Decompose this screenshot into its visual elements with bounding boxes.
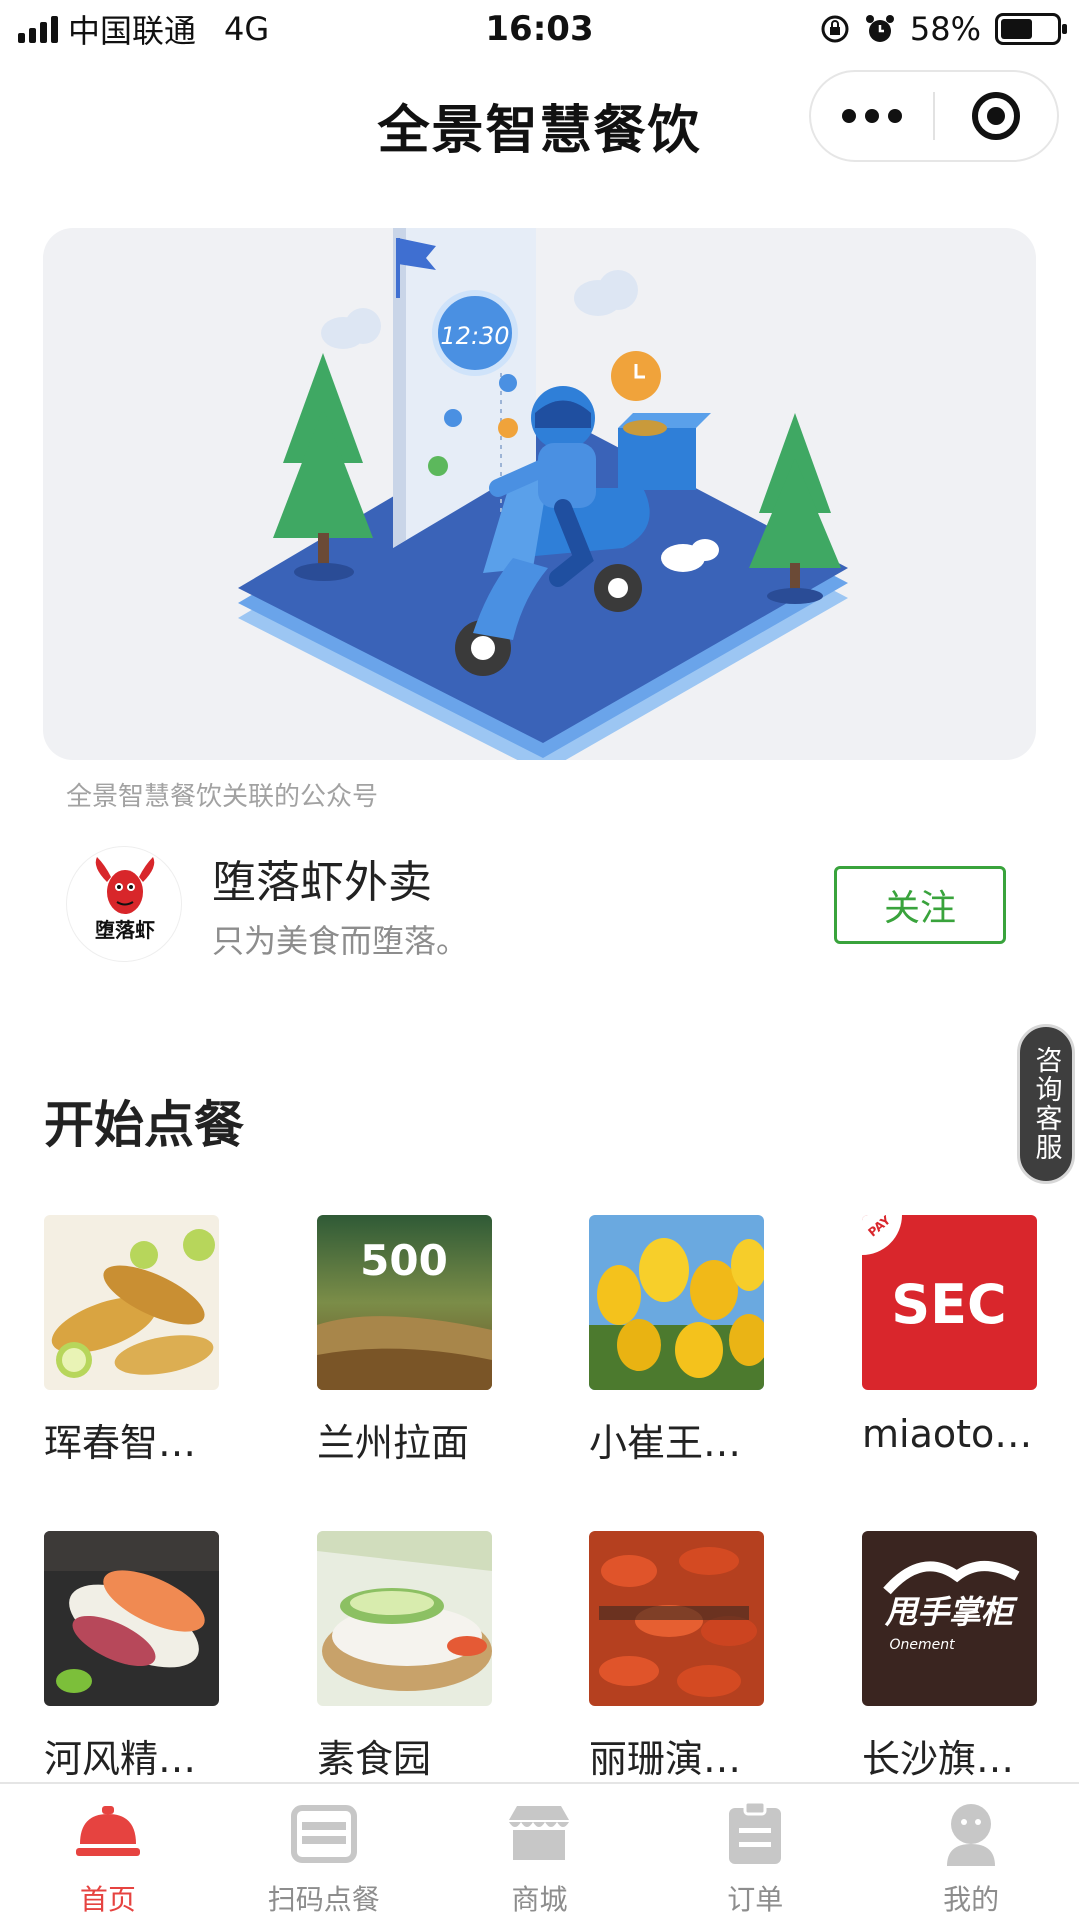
tab-orders[interactable]: 订单 <box>647 1784 863 1920</box>
shop-item[interactable]: 素食园 <box>317 1531 492 1783</box>
tab-profile[interactable]: 我的 <box>863 1784 1079 1920</box>
shop-item[interactable]: PAY SEC miaoto… <box>862 1215 1037 1456</box>
fried-chicken-thumbnail <box>44 1215 219 1390</box>
signal-icon <box>18 15 58 43</box>
shop-name: 河风精… <box>44 1737 197 1781</box>
delivery-illustration: 12:30 <box>238 228 848 760</box>
tab-home[interactable]: 首页 <box>0 1784 216 1920</box>
thumb-sec-text: SEC <box>891 1273 1006 1336</box>
user-icon <box>947 1804 996 1866</box>
tab-label: 商城 <box>511 1883 568 1916</box>
battery-icon <box>995 13 1067 45</box>
network-label: 4G <box>224 10 270 48</box>
carrier-label: 中国联通 <box>68 12 197 50</box>
rotation-lock-icon <box>821 15 849 43</box>
official-account-card[interactable]: 堕落虾 堕落虾外卖 只为美食而堕落。 关注 <box>66 840 1006 970</box>
shuaishou-logo-thumbnail: 甩手掌柜 Onement <box>862 1531 1037 1706</box>
store-icon <box>509 1806 570 1860</box>
crayfish-logo-icon: 堕落虾 <box>95 857 155 942</box>
thumb-500-text: 500 <box>360 1236 448 1285</box>
shop-item[interactable]: 小崔王… <box>589 1215 764 1467</box>
salad-toast-thumbnail <box>317 1531 492 1706</box>
shop-item[interactable]: 甩手掌柜 Onement 长沙旗… <box>862 1531 1037 1783</box>
tab-label: 我的 <box>943 1883 1000 1916</box>
shop-name: 素食园 <box>317 1737 432 1781</box>
shop-name: 兰州拉面 <box>317 1421 470 1465</box>
tab-label: 扫码点餐 <box>267 1883 380 1916</box>
status-bar: 中国联通 4G 16:03 58% <box>0 0 1079 58</box>
banner-clock-text: 12:30 <box>440 322 509 350</box>
clock: 16:03 <box>485 9 594 49</box>
more-menu-button[interactable] <box>811 109 933 123</box>
shop-name: 小崔王… <box>589 1421 742 1465</box>
scan-icon <box>290 1805 357 1863</box>
consult-service-button[interactable]: 咨询客服 <box>1017 1024 1075 1184</box>
shop-item[interactable]: 丽珊演… <box>589 1531 764 1783</box>
order-clipboard-icon <box>729 1800 782 1864</box>
bottom-tab-bar: 首页 扫码点餐 商城 订单 我的 <box>0 1782 1079 1920</box>
battery-percent: 58% <box>909 10 981 48</box>
landscape-500-thumbnail: 500 <box>317 1215 492 1390</box>
shop-name: miaoto… <box>862 1412 1033 1456</box>
sec-pay-logo-thumbnail: PAY SEC <box>862 1215 1037 1390</box>
svg-text:堕落虾: 堕落虾 <box>95 918 155 942</box>
official-account-caption: 全景智慧餐饮关联的公众号 <box>66 782 379 812</box>
official-account-description: 只为美食而堕落。 <box>212 922 469 960</box>
svg-text:Onement: Onement <box>889 1637 955 1653</box>
shop-item[interactable]: 珲春智… <box>44 1215 219 1467</box>
alarm-icon <box>865 15 894 42</box>
tab-scan-order[interactable]: 扫码点餐 <box>216 1784 432 1920</box>
food-cloche-icon <box>75 1806 140 1856</box>
miniprogram-capsule <box>809 70 1059 162</box>
official-account-logo: 堕落虾 <box>66 846 182 962</box>
navigation-bar: 全景智慧餐饮 <box>0 58 1079 176</box>
banner-carousel[interactable]: 12:30 <box>43 228 1036 760</box>
shop-name: 丽珊演… <box>589 1737 742 1781</box>
section-title: 开始点餐 <box>44 1096 244 1154</box>
shop-name: 珲春智… <box>44 1421 197 1465</box>
thumb-shuaishou-text: 甩手掌柜 <box>884 1593 1018 1631</box>
crayfish-thumbnail <box>589 1531 764 1706</box>
sushi-thumbnail <box>44 1531 219 1706</box>
tulips-thumbnail <box>589 1215 764 1390</box>
tab-label: 首页 <box>79 1883 136 1916</box>
tab-label: 订单 <box>727 1883 784 1916</box>
tab-mall[interactable]: 商城 <box>432 1784 648 1920</box>
follow-button[interactable]: 关注 <box>834 866 1006 944</box>
shop-item[interactable]: 河风精… <box>44 1531 219 1783</box>
target-icon <box>971 92 1020 140</box>
close-miniprogram-button[interactable] <box>935 92 1057 140</box>
shop-item[interactable]: 500 兰州拉面 <box>317 1215 492 1467</box>
shop-name: 长沙旗… <box>862 1737 1015 1781</box>
official-account-name: 堕落虾外卖 <box>212 857 432 908</box>
